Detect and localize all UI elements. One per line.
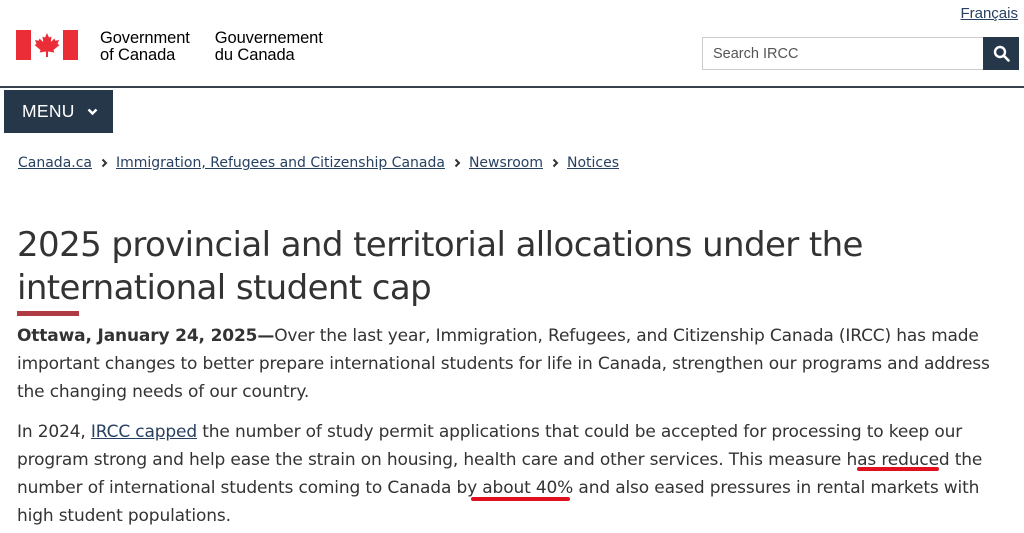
canada-flag-icon (16, 30, 78, 60)
breadcrumb-notices[interactable]: Notices (567, 155, 619, 171)
reduced-annotation-underline (857, 467, 939, 471)
ircc-capped-link[interactable]: IRCC capped (91, 422, 197, 442)
search-input[interactable] (702, 37, 983, 70)
breadcrumb: Canada.ca Immigration, Refugees and Citi… (18, 155, 619, 171)
dateline: Ottawa, January 24, 2025— (17, 326, 275, 346)
about-40-highlight: about 40% (482, 478, 574, 498)
chevron-down-icon (87, 108, 98, 116)
menu-label: MENU (22, 101, 75, 121)
search-icon (993, 45, 1010, 62)
search-button[interactable] (983, 37, 1019, 70)
intro-paragraph: Ottawa, January 24, 2025—Over the last y… (17, 322, 1017, 406)
chevron-right-icon (101, 158, 108, 168)
breadcrumb-newsroom[interactable]: Newsroom (469, 155, 543, 171)
search-form (702, 37, 1019, 70)
chevron-right-icon (552, 158, 559, 168)
signature-french: Gouvernement du Canada (214, 29, 323, 64)
cap-paragraph: In 2024, IRCC capped the number of study… (17, 418, 1017, 530)
about-40-annotation-underline (471, 497, 570, 501)
chevron-right-icon (454, 158, 461, 168)
cap-text-1: In 2024, (17, 422, 91, 442)
page-title: 2025 provincial and territorial allocati… (17, 225, 863, 308)
government-signature[interactable]: Government of Canada Gouvernement du Can… (16, 30, 323, 63)
signature-english: Government of Canada (100, 29, 190, 64)
breadcrumb-canada[interactable]: Canada.ca (18, 155, 92, 171)
language-toggle-link[interactable]: Français (960, 5, 1018, 22)
header-divider (0, 86, 1024, 88)
title-accent-bar (17, 311, 79, 316)
breadcrumb-ircc[interactable]: Immigration, Refugees and Citizenship Ca… (116, 155, 445, 171)
menu-button[interactable]: MENU (4, 90, 113, 133)
